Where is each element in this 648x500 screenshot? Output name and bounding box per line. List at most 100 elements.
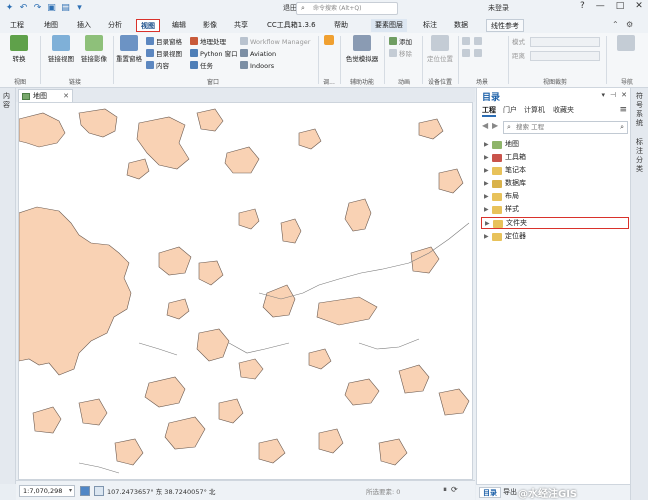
maximize-button[interactable]: □ — [616, 1, 625, 11]
catalog-tab-computer[interactable]: 计算机 — [524, 105, 545, 115]
redo-icon[interactable]: ↷ — [32, 2, 43, 15]
tab-analysis[interactable]: 分析 — [104, 19, 126, 32]
group-separator — [318, 36, 319, 84]
expand-arrow-icon[interactable]: ▶ — [484, 204, 489, 215]
search-options-icon[interactable]: ⌕ — [620, 122, 624, 133]
grid-icon[interactable] — [80, 486, 90, 496]
expand-arrow-icon[interactable]: ▶ — [485, 218, 490, 229]
mode-dropdown[interactable] — [530, 37, 600, 47]
tab-labeling[interactable]: 标注 — [419, 19, 441, 32]
tab-view[interactable]: 视图 — [136, 19, 160, 32]
tree-item-locators[interactable]: ▶ 定位器 — [481, 231, 629, 243]
save-icon[interactable]: ▤ — [60, 2, 71, 15]
chevron-down-icon[interactable]: ▾ — [602, 91, 606, 99]
tree-item-databases[interactable]: ▶ 数据库 — [481, 178, 629, 190]
tree-item-toolboxes[interactable]: ▶ 工具箱 — [481, 152, 629, 164]
search-icon: ⌕ — [507, 123, 511, 131]
catalog-tab-favorites[interactable]: 收藏夹 — [553, 105, 574, 115]
ribbon-settings-icon[interactable]: ⚙ — [626, 20, 633, 29]
help-button[interactable]: ? — [580, 1, 585, 11]
pin-icon[interactable]: ⊣ — [610, 91, 616, 99]
expand-arrow-icon[interactable]: ▶ — [484, 165, 489, 176]
geoprocessing-button[interactable]: 地理处理 — [190, 37, 226, 47]
tab-edit[interactable]: 编辑 — [168, 19, 190, 32]
tab-cc-toolbox[interactable]: CC工具箱1.3.6 — [263, 19, 320, 32]
scene-tool-4[interactable] — [474, 49, 484, 59]
rotation-icon[interactable] — [94, 486, 104, 496]
tab-feature-layer[interactable]: 要素图层 — [371, 19, 407, 32]
workflow-manager-button[interactable]: Workflow Manager — [240, 37, 310, 47]
scale-selector[interactable]: 1:7,070,298 ▾ — [19, 485, 75, 497]
pause-drawing-button[interactable]: ⏸ — [443, 485, 447, 495]
expand-arrow-icon[interactable]: ▶ — [484, 191, 489, 202]
polygon-feature — [238, 208, 260, 230]
ribbon-collapse-icon[interactable]: ⌃ — [612, 20, 619, 29]
tab-map[interactable]: 地图 — [40, 19, 62, 32]
catalog-pane-button[interactable]: 目录窗格 — [146, 37, 182, 47]
close-map-tab-icon[interactable]: ✕ — [63, 90, 69, 102]
menu-icon[interactable]: ≡ — [619, 105, 627, 115]
map-canvas[interactable] — [18, 102, 473, 480]
expand-arrow-icon[interactable]: ▶ — [484, 152, 489, 163]
convert-button[interactable]: 转换 — [5, 35, 33, 63]
reset-panes-button[interactable]: 重置窗格 — [116, 35, 142, 63]
expand-arrow-icon[interactable]: ▶ — [484, 139, 489, 150]
tab-help[interactable]: 帮助 — [330, 19, 352, 32]
link-views-button[interactable]: 链接视图 — [44, 35, 78, 63]
tree-item-styles[interactable]: ▶ 样式 — [481, 204, 629, 216]
refresh-button[interactable]: ⟳ — [451, 485, 458, 495]
navigation-button[interactable] — [610, 35, 642, 53]
symbology-tab[interactable]: 符号系统 — [636, 92, 645, 128]
customize-icon[interactable]: ▾ — [74, 2, 85, 15]
catalog-view-button[interactable]: 目录视图 — [146, 49, 182, 59]
open-folder-icon[interactable]: ▣ — [46, 2, 57, 15]
color-vision-simulator-button[interactable]: 色觉模拟器 — [342, 35, 382, 63]
bottom-tab-export[interactable]: 导出 — [500, 487, 520, 498]
tree-item-label: 布局 — [505, 192, 519, 200]
tab-imagery[interactable]: 影像 — [199, 19, 221, 32]
tab-linear-referencing[interactable]: 线性参考 — [486, 19, 524, 32]
polygon-feature — [224, 146, 260, 174]
undo-icon[interactable]: ↶ — [18, 2, 29, 15]
contents-button[interactable]: 内容 — [146, 61, 169, 71]
catalog-search-input[interactable]: ⌕ 搜索 工程 ⌕ — [503, 121, 628, 134]
link-imagery-button[interactable]: 链接影像 — [78, 35, 110, 63]
catalog-title: 目录 — [482, 93, 501, 103]
label-class-tab[interactable]: 标注分类 — [636, 138, 645, 174]
sign-in-status[interactable]: 未登录 — [488, 3, 509, 13]
tab-data[interactable]: 数据 — [450, 19, 472, 32]
add-icon — [389, 37, 397, 45]
tasks-button[interactable]: 任务 — [190, 61, 213, 71]
expand-arrow-icon[interactable]: ▶ — [484, 231, 489, 242]
tab-share[interactable]: 共享 — [230, 19, 252, 32]
animation-add-button[interactable]: 添加 — [389, 37, 412, 47]
forward-icon[interactable]: ▶ — [492, 121, 498, 130]
contents-pane-collapsed[interactable]: 内容 — [0, 88, 16, 484]
tree-item-notebooks[interactable]: ▶ 笔记本 — [481, 165, 629, 177]
python-window-button[interactable]: Python 窗口 — [190, 49, 238, 59]
catalog-tab-portal[interactable]: 门户 — [503, 105, 517, 115]
close-icon[interactable]: ✕ — [621, 91, 627, 99]
minimize-button[interactable]: — — [596, 1, 605, 11]
tab-insert[interactable]: 插入 — [73, 19, 95, 32]
aviation-button[interactable]: Aviation — [240, 49, 276, 59]
tree-item-folders[interactable]: ▶ 文件夹 — [481, 217, 629, 229]
indoors-button[interactable]: Indoors — [240, 61, 274, 71]
scene-tool-1[interactable] — [462, 37, 472, 47]
close-button[interactable]: ✕ — [635, 1, 643, 11]
tree-item-maps[interactable]: ▶ 地图 — [481, 139, 629, 151]
bottom-tab-catalog[interactable]: 目录 — [479, 487, 501, 498]
back-icon[interactable]: ◀ — [482, 121, 488, 130]
map-view-tab[interactable]: 地图 ✕ — [18, 89, 73, 102]
expand-arrow-icon[interactable]: ▶ — [484, 178, 489, 189]
tab-project[interactable]: 工程 — [6, 19, 28, 32]
tree-item-layouts[interactable]: ▶ 布局 — [481, 191, 629, 203]
animation-remove-button[interactable]: 移除 — [389, 49, 412, 59]
command-search-input[interactable]: ⌕ 命令搜索 (Alt+Q) — [296, 2, 398, 15]
scene-tool-2[interactable] — [474, 37, 484, 47]
scene-tool-3[interactable] — [462, 49, 472, 59]
catalog-tab-project[interactable]: 工程 — [482, 105, 496, 117]
define-position-button[interactable]: 定位位置 — [424, 35, 456, 63]
distance-field[interactable] — [530, 51, 600, 61]
adjust-button[interactable] — [321, 35, 337, 47]
